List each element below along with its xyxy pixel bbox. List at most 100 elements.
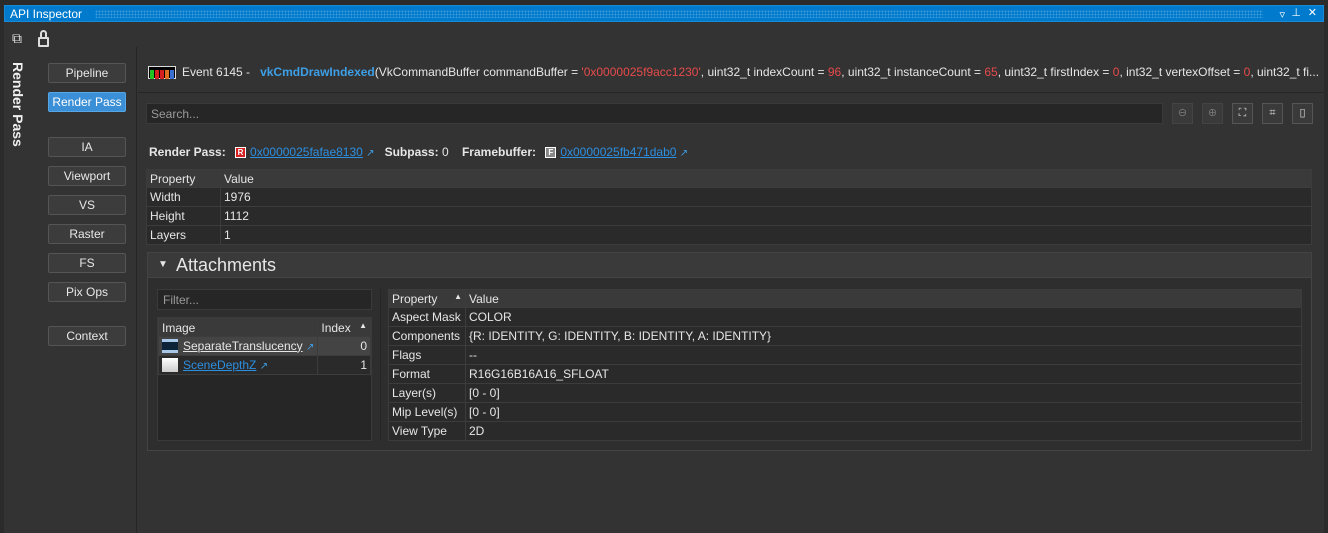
image-list: Image Index ▲ SeparateTranslucency ↗ 0 Sce… [157,317,372,441]
cell: R16G16B16A16_SFLOAT [465,364,1302,384]
param-value: '0x0000025f9acc1230' [581,65,701,79]
sort-asc-icon: ▲ [454,291,462,301]
collapse-icon: ⌗ [1269,107,1276,119]
title-grip[interactable] [95,10,1263,18]
cell: 1 [317,355,371,375]
table-row[interactable]: Flags -- [388,345,1302,365]
cell: 0 [317,336,371,356]
param-value: 96 [827,65,842,79]
table-row[interactable]: Mip Level(s) [0 - 0] [388,402,1302,422]
table-row[interactable]: View Type 2D [388,421,1302,441]
window-title: API Inspector [10,7,83,21]
param-text: , uint32_t firstIndex = [997,65,1113,79]
thumbnail [162,358,178,373]
param-value: 65 [984,65,998,79]
lock-icon[interactable] [38,37,49,47]
framebuffer-link[interactable]: 0x0000025fb471dab0 [560,145,676,159]
table-row[interactable]: Aspect Mask COLOR [388,307,1302,327]
nav-vs[interactable]: VS [48,195,126,215]
event-color-swatch [148,66,176,80]
external-link-icon[interactable]: ↗ [260,361,268,372]
table-row[interactable]: Width 1976 [146,187,1312,207]
image-link[interactable]: SceneDepthZ [183,358,256,372]
table-row[interactable]: Components {R: IDENTITY, G: IDENTITY, B: … [388,326,1302,346]
param-text: , int32_t vertexOffset = [1119,65,1244,79]
cell: Components [388,326,466,346]
column-header[interactable]: Property ▲ [388,289,466,308]
framebuffer-badge: F [545,147,557,159]
cell: 1 [220,225,1312,245]
arrow-left-icon: ⊖ [1177,107,1188,119]
prev-button[interactable]: ⊖ [1172,103,1193,124]
close-icon[interactable]: ✕ [1308,6,1317,19]
table-row[interactable]: Height 1112 [146,206,1312,226]
cell: SceneDepthZ ↗ [157,355,319,375]
external-link-icon[interactable]: ↗ [680,148,688,159]
nav-context[interactable]: Context [48,326,126,346]
expand-icon: ⛶ [1238,107,1247,119]
table-row[interactable]: Layer(s) [0 - 0] [388,383,1302,403]
nav-ia[interactable]: IA [48,137,126,157]
render-pass-label: Render Pass: [149,145,226,159]
table-row[interactable]: Format R16G16B16A16_SFLOAT [388,364,1302,384]
export-button[interactable]: ▯ [1292,103,1313,124]
cell: Aspect Mask [388,307,466,327]
nav-render-pass[interactable]: Render Pass [48,92,126,112]
render-pass-info: Render Pass: R 0x0000025fafae8130 ↗ Subpa… [149,145,688,159]
cell: Layers [146,225,221,245]
title-bar: API Inspector ▿ ⊥ ✕ [4,5,1324,22]
cell: Format [388,364,466,384]
nav-fs[interactable]: FS [48,253,126,273]
arrow-right-icon: ⊕ [1207,107,1218,119]
thumbnail [162,339,178,354]
search-input[interactable]: Search... [146,103,1163,124]
side-label: Render Pass [10,62,26,147]
lock-shackle [40,30,47,38]
filter-input[interactable]: Filter... [157,289,372,310]
separator [138,92,1324,93]
render-pass-link[interactable]: 0x0000025fafae8130 [250,145,363,159]
cell: Mip Level(s) [388,402,466,422]
pin-icon[interactable]: ⊥ [1291,6,1301,19]
image-link[interactable]: SeparateTranslucency [183,339,303,353]
subpass-label: Subpass: [384,145,439,159]
column-header[interactable]: Value [220,169,1312,188]
expand-button[interactable]: ⛶ [1232,103,1253,124]
splitter[interactable] [380,289,381,441]
cell: 1112 [220,206,1312,226]
cell: -- [465,345,1302,365]
copy-window-icon[interactable]: ⧉ [12,30,22,47]
render-pass-badge: R [235,147,247,159]
cell: 2D [465,421,1302,441]
subpass-value: 0 [441,145,449,159]
cell: COLOR [465,307,1302,327]
attachment-properties-table: Property ▲ Value Aspect Mask COLOR Componen… [388,289,1302,441]
param-text: , uint32_t instanceCount = [841,65,985,79]
cell: [0 - 0] [465,383,1302,403]
attachments-header[interactable]: ▼ Attachments [148,253,1311,278]
nav-raster[interactable]: Raster [48,224,126,244]
event-id: Event 6145 - [182,65,251,79]
column-header[interactable]: Index ▲ [317,318,371,337]
cell: {R: IDENTITY, G: IDENTITY, B: IDENTITY, … [465,326,1302,346]
column-header[interactable]: Property [146,169,221,188]
cell: Layer(s) [388,383,466,403]
nav-pix-ops[interactable]: Pix Ops [48,282,126,302]
column-header[interactable]: Value [465,289,1302,308]
cell: SeparateTranslucency ↗ [157,336,319,356]
image-row[interactable]: SeparateTranslucency ↗ 0 [157,336,371,356]
column-header[interactable]: Image [157,318,319,337]
param-text: , uint32_t fi... [1250,65,1320,79]
nav-pipeline[interactable]: Pipeline [48,63,126,83]
nav-viewport[interactable]: Viewport [48,166,126,186]
cell: Height [146,206,221,226]
function-name[interactable]: vkCmdDrawIndexed [260,65,375,79]
collapse-button[interactable]: ⌗ [1262,103,1283,124]
dropdown-icon[interactable]: ▿ [1279,8,1285,21]
table-row[interactable]: Layers 1 [146,225,1312,245]
file-code-icon: ▯ [1299,107,1306,119]
external-link-icon[interactable]: ↗ [306,342,314,353]
external-link-icon[interactable]: ↗ [366,148,374,159]
image-row[interactable]: SceneDepthZ ↗ 1 [157,355,371,375]
next-button[interactable]: ⊕ [1202,103,1223,124]
